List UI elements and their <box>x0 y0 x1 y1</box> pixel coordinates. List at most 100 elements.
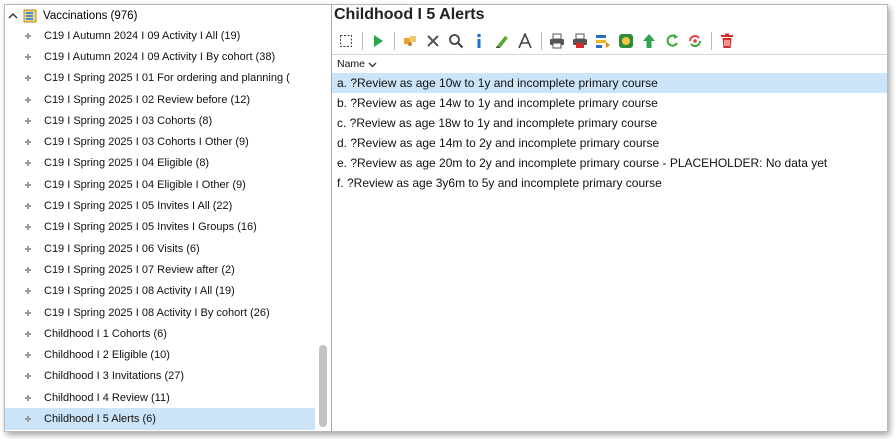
tree-item[interactable]: C19 I Spring 2025 I 06 Visits (6) <box>5 238 315 259</box>
plus-bullet-icon <box>25 309 31 316</box>
plus-bullet-icon <box>25 394 31 401</box>
tree-item[interactable]: C19 I Spring 2025 I 03 Cohorts I Other (… <box>5 131 315 152</box>
plus-bullet-icon <box>25 266 31 273</box>
tree-item-label: Childhood I 5 Alerts (6) <box>44 412 156 425</box>
alert-row[interactable]: e. ?Review as age 20m to 2y and incomple… <box>332 153 887 173</box>
search-icon[interactable] <box>446 31 466 51</box>
plus-bullet-icon <box>25 415 31 422</box>
tree-item-label: C19 I Spring 2025 I 05 Invites I Groups … <box>44 221 257 234</box>
alert-row-label: c. ?Review as age 18w to 1y and incomple… <box>337 116 658 130</box>
export-icon[interactable] <box>593 31 613 51</box>
tree-item[interactable]: C19 I Spring 2025 I 08 Activity I By coh… <box>5 302 315 323</box>
tree-item[interactable]: C19 I Spring 2025 I 03 Cohorts (8) <box>5 110 315 131</box>
plus-bullet-icon <box>25 330 31 337</box>
run-icon[interactable] <box>368 31 388 51</box>
folder-icon <box>23 9 37 23</box>
plus-bullet-icon <box>25 160 31 167</box>
tree-item-label: C19 I Spring 2025 I 06 Visits (6) <box>44 242 200 255</box>
tree-item[interactable]: Childhood I 3 Invitations (27) <box>5 366 315 387</box>
app-window: Vaccinations (976) C19 I Autumn 2024 I 0… <box>4 4 888 432</box>
tree-panel: Vaccinations (976) C19 I Autumn 2024 I 0… <box>5 5 332 431</box>
plus-bullet-icon <box>25 224 31 231</box>
toolbar-separator <box>541 32 542 50</box>
plus-bullet-icon <box>25 288 31 295</box>
tree-item[interactable]: C19 I Autumn 2024 I 09 Activity I By coh… <box>5 46 315 67</box>
alert-row-label: b. ?Review as age 14w to 1y and incomple… <box>337 96 658 110</box>
header-divider <box>332 54 887 55</box>
plus-bullet-icon <box>25 75 31 82</box>
alert-row-label: d. ?Review as age 14m to 2y and incomple… <box>337 136 660 150</box>
chevron-up-icon[interactable] <box>7 10 19 22</box>
column-header-name[interactable]: Name <box>337 56 377 72</box>
tree-scrollbar[interactable] <box>319 345 327 427</box>
tree-item[interactable]: Childhood I 5 Alerts (6) <box>5 408 315 430</box>
content-panel: Childhood I 5 Alerts Name a. ?Review as … <box>332 5 887 431</box>
print-icon[interactable] <box>547 31 567 51</box>
tree-item-label: Childhood I 1 Cohorts (6) <box>44 327 167 340</box>
plus-bullet-icon <box>25 373 31 380</box>
toolbar-separator <box>711 32 712 50</box>
tree-item-label: C19 I Autumn 2024 I 09 Activity I By coh… <box>44 50 276 63</box>
print-red-icon[interactable] <box>570 31 590 51</box>
plus-bullet-icon <box>25 117 31 124</box>
tree-item-label: C19 I Spring 2025 I 03 Cohorts I Other (… <box>44 136 249 149</box>
alert-row[interactable]: b. ?Review as age 14w to 1y and incomple… <box>332 93 887 113</box>
tree-item-label: C19 I Spring 2025 I 02 Review before (12… <box>44 93 251 106</box>
tree-root-label: Vaccinations (976) <box>43 10 138 22</box>
tree-item[interactable]: Childhood I 1 Cohorts (6) <box>5 323 315 344</box>
alert-row-label: a. ?Review as age 10w to 1y and incomple… <box>337 76 658 90</box>
plus-bullet-icon <box>25 139 31 146</box>
tree-item[interactable]: C19 I Spring 2025 I 02 Review before (12… <box>5 89 315 110</box>
edit-pen-icon[interactable] <box>492 31 512 51</box>
plus-bullet-icon <box>25 245 31 252</box>
tree-item[interactable]: C19 I Spring 2025 I 07 Review after (2) <box>5 259 315 280</box>
alert-row-label: f. ?Review as age 3y6m to 5y and incompl… <box>337 176 662 190</box>
toolbar-separator <box>394 32 395 50</box>
column-header-label: Name <box>337 58 366 70</box>
tree-item[interactable]: Childhood I 2 Eligible (10) <box>5 344 315 365</box>
plus-bullet-icon <box>25 352 31 359</box>
page-title: Childhood I 5 Alerts <box>334 6 485 23</box>
tree-item-label: Childhood I 2 Eligible (10) <box>44 349 170 362</box>
sync-icon[interactable] <box>685 31 705 51</box>
tree-item-label: C19 I Spring 2025 I 05 Invites I All (22… <box>44 200 233 213</box>
tree-item-label: C19 I Spring 2025 I 04 Eligible I Other … <box>44 178 246 191</box>
tree-item[interactable]: Childhood I 4 Review (11) <box>5 387 315 408</box>
tree-item[interactable]: C19 I Spring 2025 I 08 Activity I All (1… <box>5 281 315 302</box>
alert-row[interactable]: d. ?Review as age 14m to 2y and incomple… <box>332 133 887 153</box>
tree-item[interactable]: C19 I Autumn 2024 I 09 Activity I All (1… <box>5 25 315 46</box>
select-all-icon[interactable] <box>336 31 356 51</box>
tree-item-label: C19 I Spring 2025 I 04 Eligible (8) <box>44 157 210 170</box>
tree-item[interactable]: C19 I Spring 2025 I 04 Eligible (8) <box>5 153 315 174</box>
font-icon[interactable] <box>515 31 535 51</box>
tree-item-label: Childhood I 4 Review (11) <box>44 391 170 404</box>
info-icon[interactable] <box>469 31 489 51</box>
tree-item[interactable]: C19 I Spring 2025 I 05 Invites I All (22… <box>5 195 315 216</box>
alert-row[interactable]: f. ?Review as age 3y6m to 5y and incompl… <box>332 173 887 193</box>
alert-row[interactable]: a. ?Review as age 10w to 1y and incomple… <box>332 73 887 93</box>
tree-item[interactable]: C19 I Spring 2025 I 04 Eligible I Other … <box>5 174 315 195</box>
tree-item[interactable]: C19 I Spring 2025 I 05 Invites I Groups … <box>5 217 315 238</box>
upload-green-icon[interactable] <box>639 31 659 51</box>
refresh-icon[interactable] <box>662 31 682 51</box>
delete-x-icon[interactable] <box>423 31 443 51</box>
plus-bullet-icon <box>25 96 31 103</box>
record-icon[interactable] <box>616 31 636 51</box>
alert-row-label: e. ?Review as age 20m to 2y and incomple… <box>337 156 828 170</box>
plus-bullet-icon <box>25 53 31 60</box>
tree-item-label: Childhood I 3 Invitations (27) <box>44 370 185 383</box>
tree-item[interactable]: C19 I Spring 2025 I 01 For ordering and … <box>5 68 315 89</box>
tree-list: C19 I Autumn 2024 I 09 Activity I All (1… <box>5 25 315 430</box>
tree-item-label: C19 I Spring 2025 I 07 Review after (2) <box>44 263 235 276</box>
trash-icon[interactable] <box>717 31 737 51</box>
tree-item-label: C19 I Spring 2025 I 08 Activity I All (1… <box>44 285 235 298</box>
plus-bullet-icon <box>25 181 31 188</box>
alert-row[interactable]: c. ?Review as age 18w to 1y and incomple… <box>332 113 887 133</box>
alert-list: a. ?Review as age 10w to 1y and incomple… <box>332 73 887 193</box>
tree-item-label: C19 I Autumn 2024 I 09 Activity I All (1… <box>44 29 241 42</box>
tree-root-vaccinations[interactable]: Vaccinations (976) <box>7 7 137 25</box>
toolbar <box>336 30 740 52</box>
plus-bullet-icon <box>25 203 31 210</box>
plus-bullet-icon <box>25 32 31 39</box>
puzzle-icon[interactable] <box>400 31 420 51</box>
